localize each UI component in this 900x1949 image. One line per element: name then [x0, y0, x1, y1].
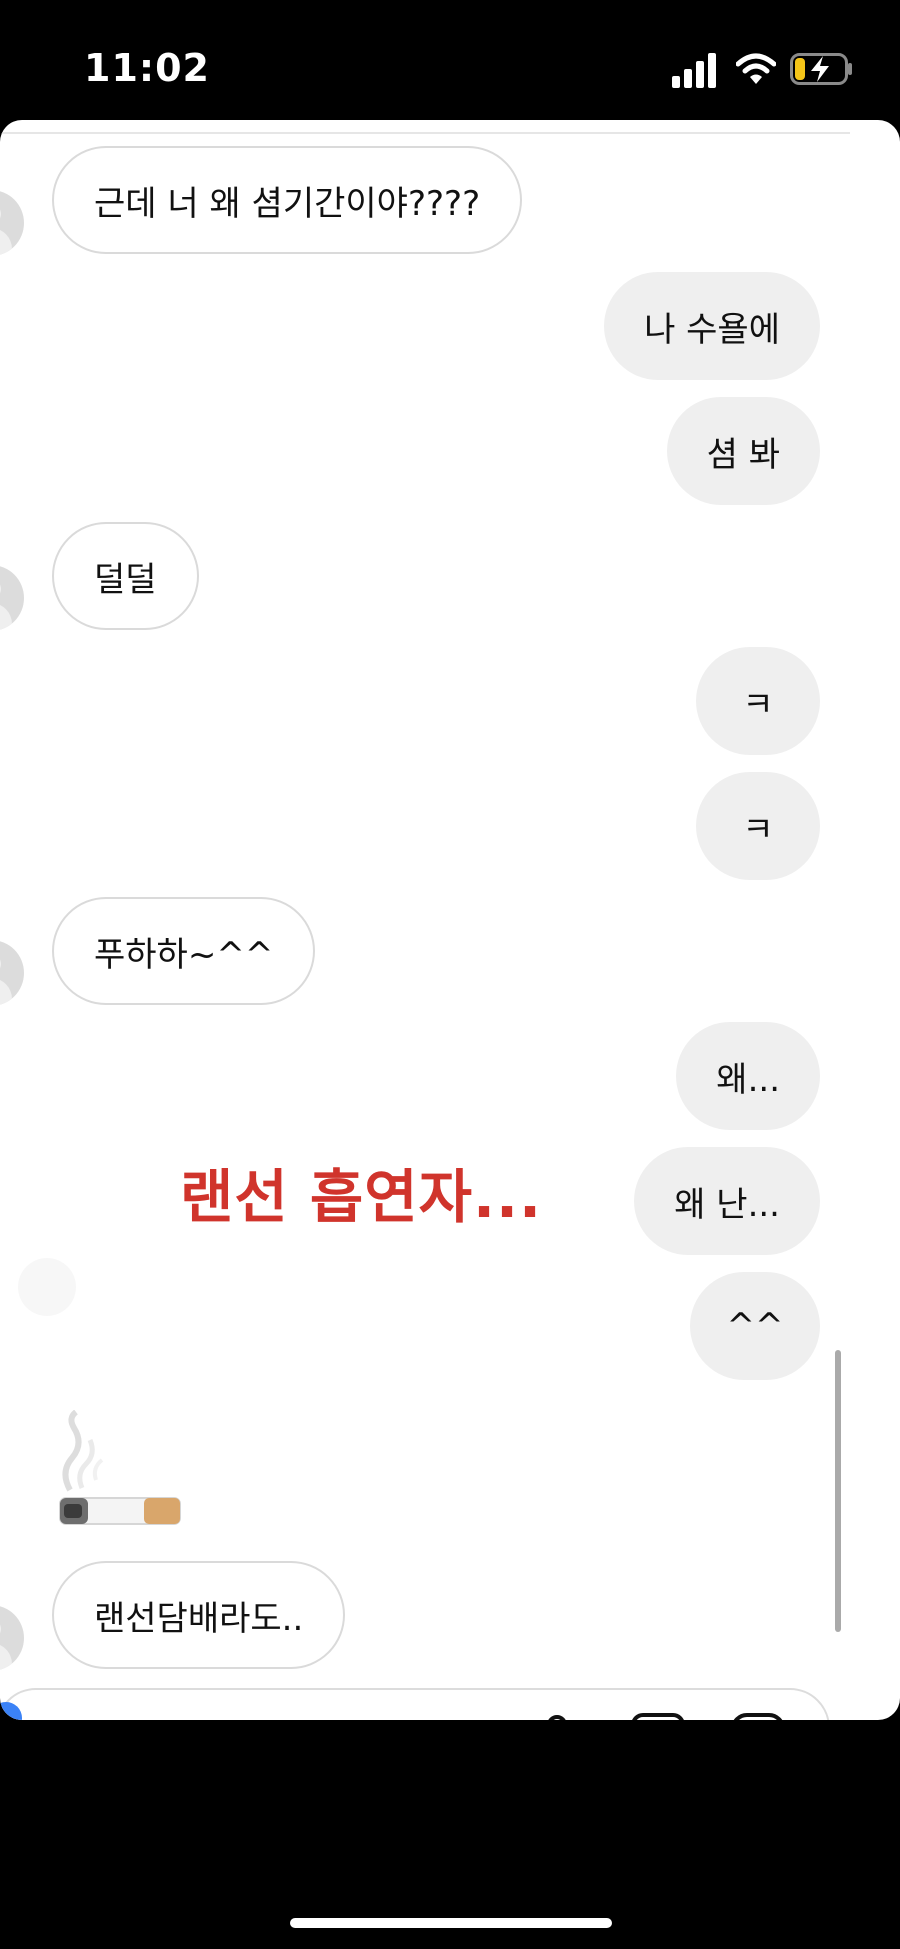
incoming-message[interactable]: 푸하하~^^ [52, 897, 316, 1005]
signal-icon [672, 53, 716, 88]
message-text: 근데 너 왜 셤기간이야???? [94, 183, 481, 224]
avatar[interactable] [0, 190, 24, 256]
message-text: 나 수욜에 [644, 309, 780, 350]
message-text: ^^ [726, 1306, 784, 1346]
avatar[interactable] [0, 940, 24, 1006]
message-text: 랜선담배라도.. [94, 1598, 304, 1639]
faint-avatar [18, 1258, 76, 1316]
message-text: 푸하하~^^ [94, 934, 274, 975]
battery-charging-icon [790, 53, 852, 85]
message-text: 덜덜 [94, 559, 157, 600]
message-text: 왜... [716, 1059, 780, 1100]
message-composer[interactable] [0, 1688, 830, 1720]
message-text: ㅋ [742, 684, 774, 725]
outgoing-message[interactable]: 왜... [676, 1022, 820, 1130]
status-time: 11:02 [84, 46, 210, 90]
message-text: 셤 봐 [706, 434, 780, 475]
overlay-caption: 랜선 흡연자... [180, 1163, 543, 1231]
avatar[interactable] [0, 565, 24, 631]
divider [0, 132, 850, 134]
outgoing-message[interactable]: 나 수욜에 [604, 272, 820, 380]
microphone-icon[interactable] [540, 1715, 574, 1720]
incoming-message[interactable]: 랜선담배라도.. [52, 1561, 346, 1669]
incoming-message[interactable]: 덜덜 [52, 522, 199, 630]
status-bar: 11:02 [0, 0, 900, 120]
chat-panel[interactable]: 근데 너 왜 셤기간이야???? 나 수욜에 셤 봐 덜덜 ㅋ ㅋ 푸하하~^^… [0, 120, 900, 1720]
outgoing-message[interactable]: 셤 봐 [666, 397, 820, 505]
sticker-icon[interactable] [730, 1712, 786, 1720]
cigarette-emoji [59, 1410, 181, 1525]
outgoing-message[interactable]: ㅋ [696, 647, 820, 755]
outgoing-message[interactable]: ㅋ [696, 772, 820, 880]
home-indicator[interactable] [290, 1918, 612, 1928]
wifi-icon [736, 53, 776, 84]
message-text: 왜 난... [674, 1184, 780, 1225]
outgoing-message[interactable]: ^^ [690, 1272, 820, 1380]
gallery-icon[interactable] [630, 1712, 686, 1720]
outgoing-message[interactable]: 왜 난... [634, 1147, 820, 1255]
scrollbar[interactable] [835, 1350, 841, 1632]
message-text: ㅋ [742, 809, 774, 850]
incoming-message[interactable]: 근데 너 왜 셤기간이야???? [52, 146, 523, 254]
avatar[interactable] [0, 1605, 24, 1671]
